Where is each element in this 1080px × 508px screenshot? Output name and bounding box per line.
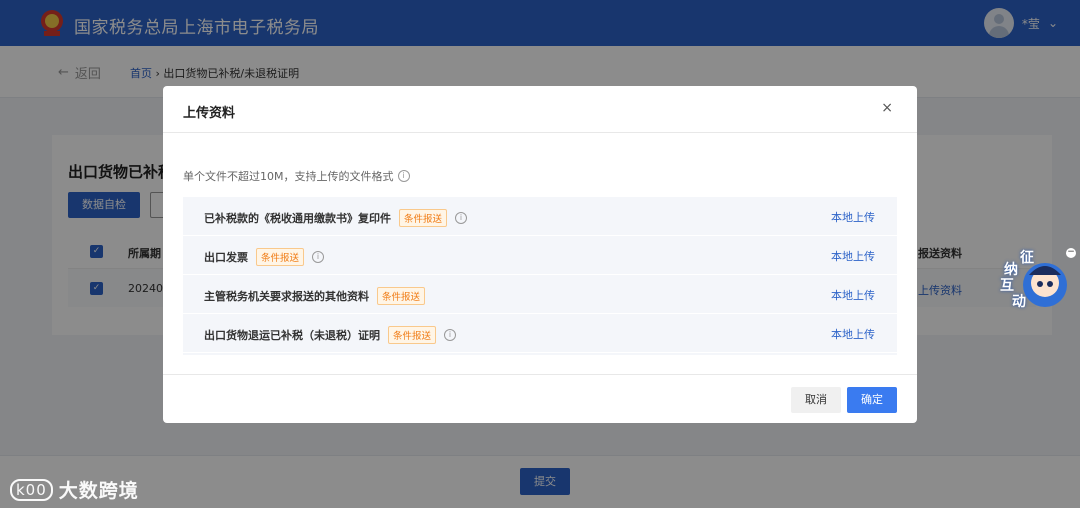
close-icon[interactable]: ×	[881, 100, 893, 116]
watermark-text: 大数跨境	[58, 480, 139, 502]
status-badge: 条件报送	[377, 287, 426, 305]
file-hint: 单个文件不超过10M，支持上传的文件格式 i	[183, 168, 410, 184]
item-label: 出口货物退运已补税（未退税）证明 条件报送 i	[204, 326, 457, 344]
assistant-char: 征	[1020, 250, 1034, 266]
watermark-logo: k00	[10, 478, 53, 501]
dialog-header: 上传资料 ×	[163, 86, 917, 133]
dialog-title: 上传资料	[183, 106, 236, 121]
assistant-widget[interactable]: 征 纳 互 动	[996, 247, 1070, 313]
local-upload-link[interactable]: 本地上传	[831, 287, 875, 303]
list-item: 出口发票 条件报送 i 本地上传	[183, 236, 897, 275]
status-badge: 条件报送	[388, 326, 437, 344]
file-hint-text: 单个文件不超过10M，支持上传的文件格式	[183, 170, 394, 183]
status-badge: 条件报送	[256, 248, 305, 266]
item-label: 主管税务机关要求报送的其他资料 条件报送	[204, 287, 426, 305]
local-upload-link[interactable]: 本地上传	[831, 209, 875, 225]
upload-list: 已补税款的《税收通用缴款书》复印件 条件报送 i 本地上传 出口发票 条件报送 …	[183, 197, 897, 355]
item-name: 已补税款的《税收通用缴款书》复印件	[204, 212, 391, 225]
local-upload-link[interactable]: 本地上传	[831, 248, 875, 264]
list-item: 已补税款的《税收通用缴款书》复印件 条件报送 i 本地上传	[183, 197, 897, 236]
item-name: 主管税务机关要求报送的其他资料	[204, 290, 369, 303]
dialog-footer: 取消 确定	[163, 374, 917, 423]
info-icon[interactable]: i	[397, 170, 410, 182]
info-icon[interactable]: i	[444, 329, 457, 341]
info-icon[interactable]: i	[455, 212, 468, 224]
watermark: k00 大数跨境	[10, 476, 139, 503]
list-item: 主管税务机关要求报送的其他资料 条件报送 本地上传	[183, 275, 897, 314]
assistant-char: 动	[1012, 294, 1026, 310]
minimize-icon[interactable]: −	[1066, 248, 1076, 258]
item-label: 出口发票 条件报送 i	[204, 248, 325, 266]
upload-dialog: 上传资料 × 单个文件不超过10M，支持上传的文件格式 i 已补税款的《税收通用…	[163, 86, 917, 423]
local-upload-link[interactable]: 本地上传	[831, 326, 875, 342]
confirm-button[interactable]: 确定	[847, 387, 897, 413]
list-item: 出口货物退运已补税（未退税）证明 条件报送 i 本地上传	[183, 314, 897, 353]
item-name: 出口货物退运已补税（未退税）证明	[204, 329, 380, 342]
item-label: 已补税款的《税收通用缴款书》复印件 条件报送 i	[204, 209, 468, 227]
info-icon[interactable]: i	[312, 251, 325, 263]
status-badge: 条件报送	[399, 209, 448, 227]
item-name: 出口发票	[204, 251, 248, 264]
cancel-button[interactable]: 取消	[791, 387, 841, 413]
